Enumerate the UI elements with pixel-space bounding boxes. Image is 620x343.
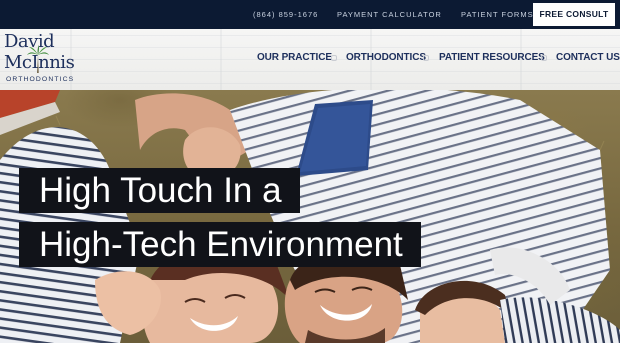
nav-our-practice[interactable]: OUR PRACTICE xyxy=(257,52,332,63)
payment-calculator-link[interactable]: PAYMENT CALCULATOR xyxy=(337,0,442,29)
top-utility-bar: (864) 859-1676 PAYMENT CALCULATOR PATIEN… xyxy=(0,0,620,29)
site-header: David McInnis ORTHODONTICS OUR PRACTICE … xyxy=(0,29,620,90)
nav-patient-resources[interactable]: PATIENT RESOURCES xyxy=(439,52,545,63)
nav-contact-us[interactable]: CONTACT US xyxy=(556,52,620,63)
nav-separator-icon xyxy=(331,55,337,61)
nav-separator-icon xyxy=(423,55,429,61)
free-consult-button[interactable]: FREE CONSULT xyxy=(533,3,615,26)
hero-family-photo xyxy=(0,90,620,343)
nav-separator-icon xyxy=(541,55,547,61)
nav-orthodontics[interactable]: ORTHODONTICS xyxy=(346,52,426,63)
hero-headline-line-1: High Touch In a xyxy=(19,168,300,213)
phone-link[interactable]: (864) 859-1676 xyxy=(253,0,318,29)
hero-banner: High Touch In a High-Tech Environment xyxy=(0,90,620,343)
logo-tagline: ORTHODONTICS xyxy=(6,76,75,83)
patient-forms-link[interactable]: PATIENT FORMS xyxy=(461,0,534,29)
logo[interactable]: David McInnis ORTHODONTICS xyxy=(4,31,94,87)
logo-last-name: McInnis xyxy=(4,52,75,73)
hero-headline-line-2: High-Tech Environment xyxy=(19,222,421,267)
